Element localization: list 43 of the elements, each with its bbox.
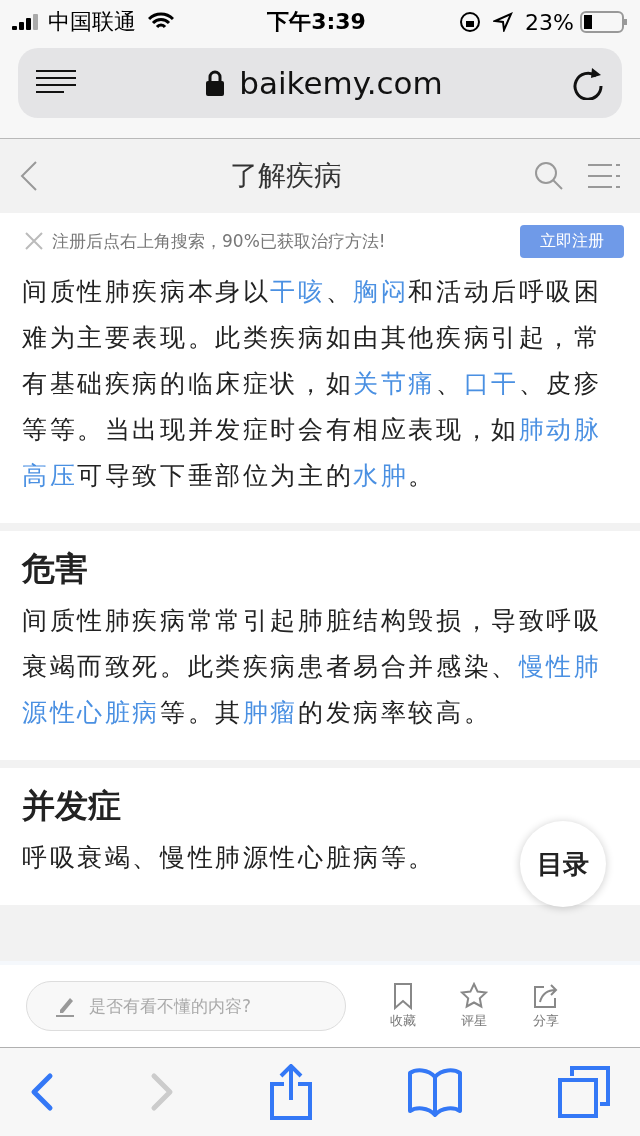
register-button[interactable]: 立即注册: [520, 224, 624, 258]
bookmark-button[interactable]: 收藏: [390, 982, 416, 1030]
section-heading: 危害: [22, 548, 89, 590]
url-text[interactable]: baikemy.com: [239, 65, 443, 101]
battery-percent: 23%: [525, 9, 574, 35]
link[interactable]: 肿瘤: [242, 698, 298, 727]
share-icon: [532, 982, 560, 1010]
reload-icon[interactable]: [572, 66, 604, 100]
link[interactable]: 源性心脏病: [22, 698, 160, 727]
paragraph: 呼吸衰竭、慢性肺源性心脏病等。: [22, 842, 436, 874]
back-button[interactable]: [30, 1072, 54, 1112]
pencil-icon: [56, 995, 76, 1017]
page-title: 了解疾病: [229, 158, 343, 194]
share-button[interactable]: 分享: [532, 982, 560, 1030]
book-icon[interactable]: [408, 1067, 462, 1117]
share-icon[interactable]: [270, 1064, 312, 1120]
back-icon[interactable]: [20, 160, 38, 192]
section-heading: 并发症: [22, 785, 122, 827]
menu-icon[interactable]: [36, 70, 76, 96]
link[interactable]: 肺动脉: [518, 415, 602, 444]
link[interactable]: 干咳: [270, 277, 326, 306]
paragraph: 间质性肺疾病本身以干咳、胸闷和活动后呼吸困 难为主要表现。此类疾病如由其他疾病引起，常 有基础疾病的临床症状，如关节痛、口干、皮疹 等等。当出现并发症时会有相应表现，如肺动脉 高压可导致下垂部位为主的水肿。: [22, 276, 602, 492]
bookmark-icon: [393, 982, 413, 1010]
clock: 下午3:39: [267, 8, 366, 36]
rotation-lock-icon: [459, 11, 482, 33]
comment-field[interactable]: 是否有看不懂的内容?: [26, 981, 346, 1031]
banner-text: 注册后点右上角搜索，90%已获取治疗方法!: [52, 229, 387, 253]
link[interactable]: 慢性肺: [518, 652, 602, 681]
link[interactable]: 关节痛: [353, 369, 436, 398]
search-icon[interactable]: [534, 161, 564, 191]
list-menu-icon[interactable]: [588, 162, 620, 190]
lock-icon: [205, 69, 226, 97]
star-icon: [460, 982, 488, 1010]
paragraph: 间质性肺疾病常常引起肺脏结构毁损，导致呼吸 衰竭而致死。此类疾病患者易合并感染、慢性肺 源性心脏病等。其肿瘤的发病率较高。: [22, 605, 602, 729]
star-button[interactable]: 评星: [460, 982, 488, 1030]
tabs-icon[interactable]: [558, 1066, 610, 1118]
location-icon: [493, 12, 514, 32]
carrier: 中国联通: [48, 8, 136, 36]
link[interactable]: 口干: [463, 369, 519, 398]
battery-icon: [580, 11, 628, 33]
link[interactable]: 水肿: [353, 461, 409, 490]
link[interactable]: 高压: [22, 461, 78, 490]
link[interactable]: 胸闷: [353, 277, 409, 306]
